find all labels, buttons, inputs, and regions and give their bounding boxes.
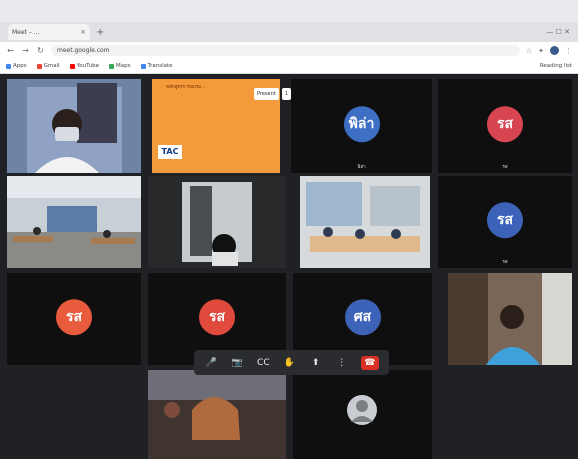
participant-video <box>148 370 286 459</box>
participant-video-tile[interactable] <box>7 176 141 268</box>
reading-list[interactable]: Reading list <box>540 63 572 69</box>
participant-video <box>448 273 572 365</box>
present-label: Present <box>254 88 279 100</box>
participant-initials-avatar: รส <box>487 106 523 143</box>
tab-title: Meet – ... <box>12 28 40 36</box>
close-icon[interactable]: × <box>80 28 86 36</box>
participant-video-tile[interactable] <box>300 176 430 268</box>
slide-text: หลักสูตรการอบรม ... <box>166 85 207 90</box>
participant-tile[interactable]: รส <box>7 273 141 365</box>
participant-video <box>7 79 141 173</box>
leave-call-icon[interactable]: ☎ <box>360 355 379 370</box>
reload-icon[interactable]: ↻ <box>36 46 45 55</box>
participant-video-tile[interactable] <box>7 79 141 173</box>
address-bar: ← → ↻ meet.google.com ☆ ✦ ⋮ <box>0 42 578 59</box>
camera-icon[interactable]: 📷 <box>230 356 244 370</box>
browser-tab[interactable]: Meet – ... × <box>8 24 90 40</box>
participant-initials-avatar: รส <box>487 202 523 239</box>
forward-icon[interactable]: → <box>21 46 30 55</box>
participant-initials-avatar: ศส <box>344 299 381 336</box>
tac-logo: TAC <box>158 145 182 159</box>
participant-video-tile[interactable] <box>448 273 572 365</box>
browser-tab-bar: Meet – ... × + — ☐ ✕ <box>0 22 578 42</box>
meeting-toolbar: 🎤 📷 CC ✋ ⬆ ⋮ ☎ <box>194 350 389 375</box>
mic-icon[interactable]: 🎤 <box>204 356 218 370</box>
participant-tile[interactable]: รส รส <box>438 79 572 173</box>
default-avatar-icon <box>293 370 432 459</box>
bookmark-item[interactable]: Apps <box>6 63 27 69</box>
meeting-room-video <box>300 176 430 268</box>
participant-tile[interactable] <box>293 370 432 459</box>
window-controls-icon[interactable]: — ☐ ✕ <box>546 28 570 36</box>
more-icon[interactable]: ⋮ <box>335 356 349 370</box>
bookmark-item[interactable]: Maps <box>109 63 131 69</box>
classroom-video <box>7 176 141 268</box>
hand-icon[interactable]: ✋ <box>282 356 296 370</box>
top-blur-strip <box>0 0 578 22</box>
participant-initials-avatar: พิล่า <box>343 106 380 143</box>
participant-video <box>148 176 286 268</box>
participant-initials-avatar: รส <box>199 299 235 336</box>
bookmark-star-icon[interactable]: ☆ <box>526 47 532 55</box>
bookmark-item[interactable]: Translate <box>140 63 173 69</box>
profile-avatar[interactable] <box>550 46 559 55</box>
participant-tile[interactable]: พิล่า พิล่า <box>291 79 432 173</box>
bookmark-item[interactable]: Gmail <box>36 63 60 69</box>
menu-icon[interactable]: ⋮ <box>565 47 572 55</box>
participant-name: รส <box>502 165 508 170</box>
back-icon[interactable]: ← <box>6 46 15 55</box>
new-tab-icon[interactable]: + <box>96 27 104 38</box>
participant-count: 1 <box>281 88 291 100</box>
participant-tile[interactable]: รส รส <box>438 176 572 268</box>
participant-initials-avatar: รส <box>56 299 92 336</box>
url-input[interactable]: meet.google.com <box>51 45 520 56</box>
participant-name: รส <box>502 260 508 265</box>
participant-video-tile[interactable] <box>148 370 286 459</box>
bookmarks-bar: Apps Gmail YouTube Maps Translate Readin… <box>0 59 578 74</box>
bookmark-item[interactable]: YouTube <box>69 63 99 69</box>
participant-name: พิล่า <box>357 165 366 170</box>
participant-video-tile[interactable] <box>148 176 286 268</box>
extensions-icon[interactable]: ✦ <box>538 47 544 55</box>
captions-icon[interactable]: CC <box>256 356 270 370</box>
present-icon[interactable]: ⬆ <box>309 356 323 370</box>
